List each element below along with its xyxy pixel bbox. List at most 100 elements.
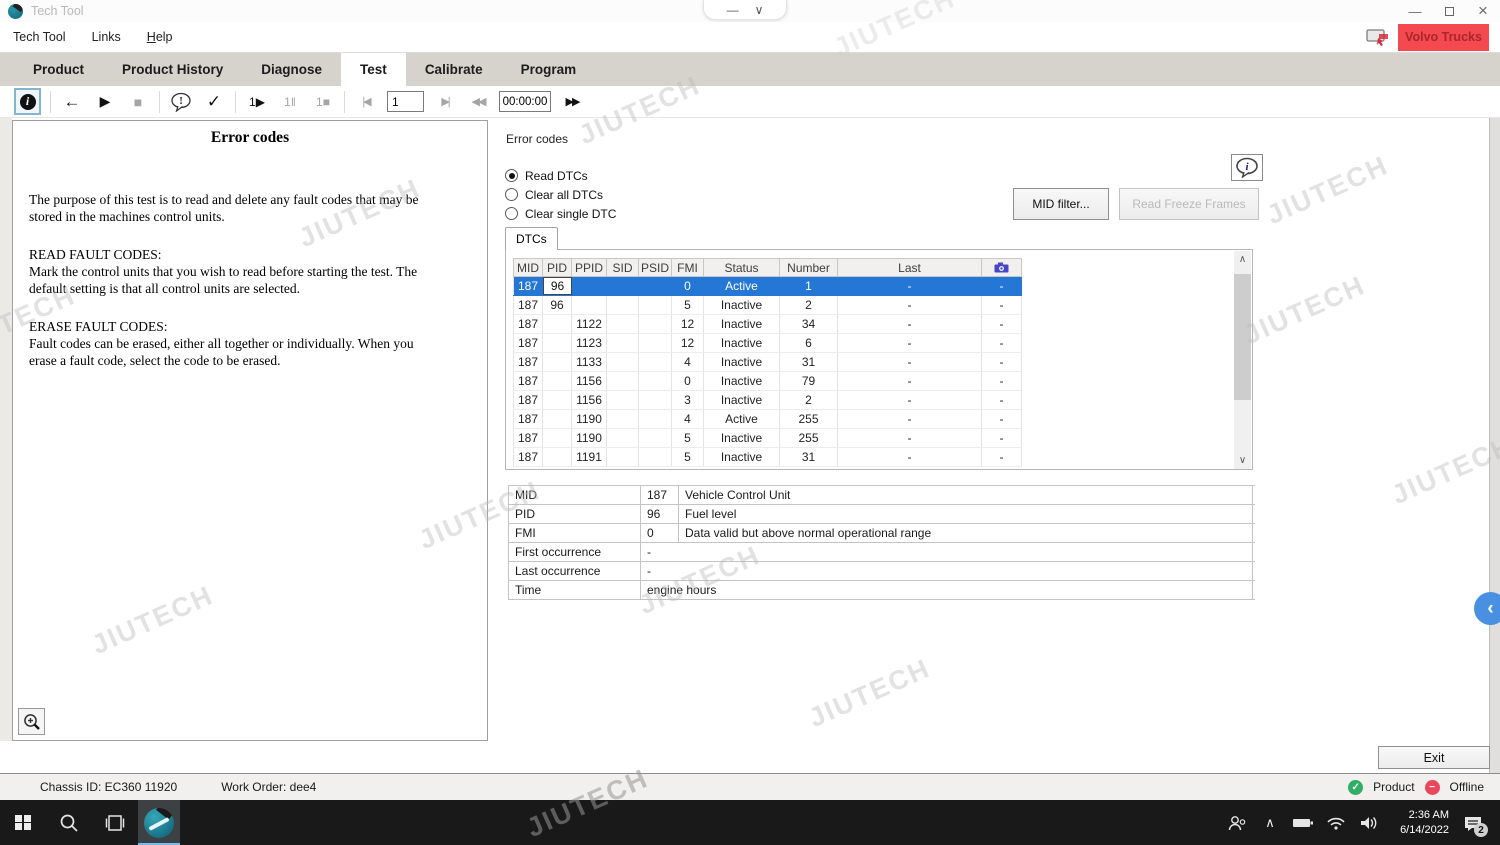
scrollbar-thumb[interactable] bbox=[1234, 274, 1251, 400]
action-center-button[interactable]: 2 bbox=[1456, 800, 1490, 845]
dtc-cell: 1133 bbox=[572, 353, 607, 371]
radio-clear-all-dtcs[interactable]: Clear all DTCs bbox=[505, 185, 616, 204]
step-number-input[interactable] bbox=[387, 91, 424, 112]
dtc-column-header[interactable]: SID bbox=[607, 258, 639, 277]
dtc-column-header[interactable]: Status bbox=[704, 258, 780, 277]
dtc-column-header[interactable]: PID bbox=[543, 258, 572, 277]
dtc-column-header[interactable]: PSID bbox=[639, 258, 672, 277]
dtc-row[interactable]: 18711905Inactive255-- bbox=[513, 429, 1022, 448]
play-one-button[interactable]: 1▶ bbox=[245, 90, 269, 114]
detail-cell: engine hours bbox=[641, 581, 1253, 599]
dtc-column-header[interactable]: MID bbox=[513, 258, 543, 277]
dtc-cell: - bbox=[982, 410, 1022, 428]
dtc-cell: 187 bbox=[513, 391, 543, 409]
minimize-button[interactable]: — bbox=[1398, 1, 1432, 21]
tab-product-history[interactable]: Product History bbox=[103, 53, 242, 86]
taskbar-clock[interactable]: 2:36 AM 6/14/2022 bbox=[1389, 808, 1449, 838]
dtc-row[interactable]: 18711334Inactive31-- bbox=[513, 353, 1022, 372]
back-button[interactable]: ← bbox=[60, 90, 84, 114]
tab-dtcs[interactable]: DTCs bbox=[505, 227, 558, 250]
tab-test[interactable]: Test bbox=[341, 53, 406, 86]
dtc-row[interactable]: 187112312Inactive6-- bbox=[513, 334, 1022, 353]
comment-balloon-button[interactable]: ! bbox=[169, 90, 193, 114]
tab-product[interactable]: Product bbox=[14, 53, 103, 86]
detail-cell: Last occurrence bbox=[508, 562, 641, 580]
dtc-cell: 1156 bbox=[572, 391, 607, 409]
people-icon[interactable] bbox=[1224, 800, 1250, 845]
volvo-trucks-button[interactable]: Volvo Trucks bbox=[1398, 24, 1489, 51]
dtc-vertical-scrollbar[interactable]: ∧ ∨ bbox=[1234, 251, 1251, 469]
dtc-row[interactable]: 187965Inactive2-- bbox=[513, 296, 1022, 315]
wifi-icon[interactable] bbox=[1323, 800, 1349, 845]
timer-field[interactable] bbox=[499, 91, 551, 112]
widget-chevron-down-icon[interactable]: ∨ bbox=[755, 3, 764, 17]
dtc-cell: 12 bbox=[672, 315, 704, 333]
radio-clear-single-dtc[interactable]: Clear single DTC bbox=[505, 204, 616, 223]
recorder-widget[interactable]: — ∨ bbox=[703, 0, 787, 20]
menu-tech-tool[interactable]: Tech Tool bbox=[0, 25, 79, 49]
tab-program[interactable]: Program bbox=[502, 53, 596, 86]
confirm-check-button[interactable]: ✓ bbox=[202, 90, 226, 114]
scroll-up-icon[interactable]: ∧ bbox=[1234, 251, 1251, 268]
detail-cell: Fuel level bbox=[679, 505, 1253, 523]
rewind-button: ◀◀ bbox=[466, 90, 490, 114]
scroll-down-icon[interactable]: ∨ bbox=[1234, 452, 1251, 469]
dtc-column-header[interactable]: FMI bbox=[672, 258, 704, 277]
dtc-cell: Inactive bbox=[704, 315, 780, 333]
menu-links[interactable]: Links bbox=[79, 25, 134, 49]
play-button[interactable]: ▶ bbox=[93, 90, 117, 114]
tab-calibrate[interactable]: Calibrate bbox=[406, 53, 502, 86]
zoom-in-button[interactable] bbox=[18, 708, 45, 735]
close-button[interactable]: × bbox=[1466, 1, 1500, 21]
dtc-row[interactable]: 18711560Inactive79-- bbox=[513, 372, 1022, 391]
dtc-row[interactable]: 18711563Inactive2-- bbox=[513, 391, 1022, 410]
task-view-button[interactable] bbox=[92, 800, 138, 845]
slide-panel-chevron-left-icon[interactable]: ‹ bbox=[1474, 592, 1500, 625]
window-left-edge bbox=[0, 118, 12, 773]
help-balloon-button[interactable]: i bbox=[1231, 154, 1263, 181]
info-button[interactable]: i bbox=[14, 88, 41, 115]
fast-forward-button[interactable]: ▶▶ bbox=[560, 90, 584, 114]
dtc-cell: 255 bbox=[780, 429, 838, 447]
taskbar-search-button[interactable] bbox=[46, 800, 92, 845]
tab-diagnose[interactable]: Diagnose bbox=[242, 53, 341, 86]
dtc-cell: Active bbox=[704, 410, 780, 428]
dtc-cell bbox=[639, 277, 672, 295]
maximize-button[interactable] bbox=[1432, 1, 1466, 21]
tray-chevron-up-icon[interactable]: ∧ bbox=[1257, 800, 1283, 845]
battery-icon[interactable] bbox=[1290, 800, 1316, 845]
radio-circle-icon bbox=[505, 169, 518, 182]
dtc-cell: 5 bbox=[672, 296, 704, 314]
dtc-row[interactable]: 18711915Inactive31-- bbox=[513, 448, 1022, 467]
test-description-panel: Error codes The purpose of this test is … bbox=[12, 120, 488, 741]
dtc-cell: - bbox=[838, 410, 982, 428]
dtc-cell: 0 bbox=[672, 372, 704, 390]
start-button[interactable] bbox=[0, 800, 46, 845]
dtc-column-header[interactable]: Number bbox=[780, 258, 838, 277]
camera-column-header[interactable] bbox=[982, 258, 1022, 277]
dtc-row[interactable]: 18711904Active255-- bbox=[513, 410, 1022, 429]
dtc-row-selected[interactable]: 187960Active1-- bbox=[513, 277, 1022, 296]
mid-filter-button[interactable]: MID filter... bbox=[1013, 188, 1109, 220]
widget-minimize-icon[interactable]: — bbox=[727, 3, 739, 17]
radio-circle-icon bbox=[505, 188, 518, 201]
exit-button[interactable]: Exit bbox=[1378, 746, 1490, 769]
dtc-cell bbox=[607, 391, 639, 409]
dtc-cell: 79 bbox=[780, 372, 838, 390]
dtc-column-header[interactable]: Last bbox=[838, 258, 982, 277]
dtc-row[interactable]: 187112212Inactive34-- bbox=[513, 315, 1022, 334]
radio-read-dtcs[interactable]: Read DTCs bbox=[505, 166, 616, 185]
dtc-cell: 2 bbox=[780, 296, 838, 314]
dtc-cell: - bbox=[982, 277, 1022, 295]
dtc-cell: 12 bbox=[672, 334, 704, 352]
menu-help[interactable]: Help bbox=[134, 25, 186, 49]
volume-icon[interactable] bbox=[1356, 800, 1382, 845]
dtc-cell: Inactive bbox=[704, 372, 780, 390]
dtc-cell bbox=[607, 410, 639, 428]
dtc-cell: Inactive bbox=[704, 429, 780, 447]
dtc-header-row: MIDPIDPPIDSIDPSIDFMIStatusNumberLast bbox=[513, 258, 1022, 277]
detail-cell: Time bbox=[508, 581, 641, 599]
dtc-column-header[interactable]: PPID bbox=[572, 258, 607, 277]
dtc-cell: 187 bbox=[513, 277, 543, 295]
taskbar-tech-tool-app[interactable] bbox=[138, 800, 180, 845]
